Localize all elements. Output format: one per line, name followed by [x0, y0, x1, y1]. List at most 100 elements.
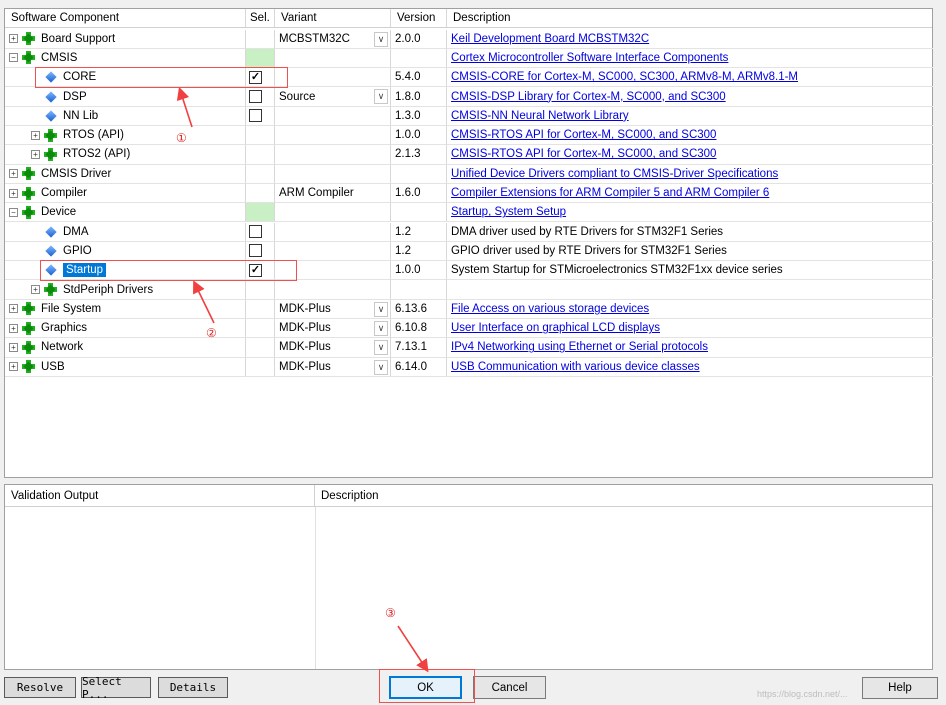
description-link[interactable]: CMSIS-CORE for Cortex-M, SC000, SC300, A…: [451, 71, 798, 83]
description-link[interactable]: CMSIS-NN Neural Network Library: [451, 110, 629, 122]
expand-icon[interactable]: +: [31, 285, 40, 295]
description-link[interactable]: File Access on various storage devices: [451, 303, 649, 315]
col-header-sel[interactable]: Sel.: [246, 9, 275, 28]
component-name-cell[interactable]: GPIO: [5, 241, 246, 262]
variant-cell: [275, 145, 391, 165]
sel-cell[interactable]: [246, 222, 275, 242]
component-name-cell[interactable]: + CMSIS Driver: [5, 164, 246, 184]
table-row[interactable]: + CMSIS Driver Unified Device Drivers comp…: [5, 164, 934, 184]
component-name-cell[interactable]: DMA: [5, 222, 246, 242]
chevron-down-icon[interactable]: ∨: [374, 340, 388, 356]
sel-cell[interactable]: [246, 106, 275, 126]
table-row[interactable]: + Compiler ARM Compiler 1.6.0 Compiler Exten…: [5, 183, 934, 204]
table-row[interactable]: DSP Source ∨ 1.8.0 CMSIS-DSP Library for Cor…: [5, 87, 934, 107]
table-row[interactable]: DMA 1.2 DMA driver used by RTE Drivers for…: [5, 222, 934, 242]
table-row[interactable]: − Device Startup, System Setup: [5, 203, 934, 223]
resolve-button[interactable]: Resolve: [4, 677, 76, 698]
component-name-cell[interactable]: + RTOS2 (API): [5, 145, 246, 165]
sel-cell: [246, 280, 275, 300]
sel-cell[interactable]: [246, 241, 275, 262]
description-text: System Startup for STMicroelectronics ST…: [451, 264, 783, 277]
expand-icon[interactable]: +: [9, 362, 18, 372]
collapse-icon[interactable]: −: [9, 53, 18, 63]
table-row[interactable]: − CMSIS Cortex Microcontroller Software In…: [5, 48, 934, 69]
sel-cell[interactable]: [246, 87, 275, 107]
vertical-scrollbar[interactable]: [933, 8, 946, 668]
description-link[interactable]: USB Communication with various device cl…: [451, 361, 700, 373]
collapse-icon[interactable]: −: [9, 207, 18, 217]
description-link[interactable]: IPv4 Networking using Ethernet or Serial…: [451, 341, 708, 353]
version-cell: 1.3.0: [391, 106, 447, 126]
variant-dropdown[interactable]: MDK-Plus ∨: [275, 319, 391, 339]
variant-dropdown[interactable]: MCBSTM32C ∨: [275, 29, 391, 49]
component-name-label: NN Lib: [63, 109, 99, 122]
component-name-label: RTOS2 (API): [63, 148, 131, 161]
chevron-down-icon[interactable]: ∨: [374, 31, 388, 47]
table-row[interactable]: + Graphics MDK-Plus ∨ 6.10.8 User Interface o…: [5, 319, 934, 339]
table-row[interactable]: NN Lib 1.3.0 CMSIS-NN Neural Network Libra…: [5, 106, 934, 126]
component-name-cell[interactable]: DSP: [5, 87, 246, 107]
cancel-button[interactable]: Cancel: [473, 676, 546, 699]
table-row[interactable]: + StdPeriph Drivers: [5, 280, 934, 300]
component-name-label: Compiler: [41, 187, 88, 200]
expand-icon[interactable]: +: [9, 342, 18, 352]
col-header-description[interactable]: Description: [447, 9, 934, 27]
select-checkbox[interactable]: [249, 244, 262, 258]
component-name-cell[interactable]: + Board Support: [5, 29, 246, 49]
variant-dropdown[interactable]: MDK-Plus ∨: [275, 299, 391, 319]
component-name-cell[interactable]: + Compiler: [5, 183, 246, 204]
sel-cell: [246, 203, 275, 223]
select-packs-button[interactable]: Select P...: [81, 675, 151, 701]
table-row[interactable]: + File System MDK-Plus ∨ 6.13.6 File Access o…: [5, 299, 934, 319]
expand-icon[interactable]: +: [9, 304, 18, 314]
description-link[interactable]: Keil Development Board MCBSTM32C: [451, 33, 649, 45]
select-checkbox[interactable]: [249, 225, 262, 239]
component-name-cell[interactable]: + File System: [5, 299, 246, 319]
description-link[interactable]: Cortex Microcontroller Software Interfac…: [451, 52, 728, 64]
variant-dropdown[interactable]: MDK-Plus ∨: [275, 357, 391, 377]
component-name-cell[interactable]: + StdPeriph Drivers: [5, 280, 246, 300]
col-header-component[interactable]: Software Component: [5, 9, 246, 28]
description-link[interactable]: Compiler Extensions for ARM Compiler 5 a…: [451, 187, 769, 199]
description-link[interactable]: User Interface on graphical LCD displays: [451, 322, 660, 334]
table-row[interactable]: GPIO 1.2 GPIO driver used by RTE Drivers f…: [5, 241, 934, 262]
chevron-down-icon[interactable]: ∨: [374, 321, 388, 336]
description-link[interactable]: CMSIS-DSP Library for Cortex-M, SC000, a…: [451, 91, 726, 103]
table-row[interactable]: + RTOS2 (API) 2.1.3 CMSIS-RTOS API for Cort…: [5, 145, 934, 165]
col-header-version[interactable]: Version: [391, 9, 447, 28]
component-name-cell[interactable]: − CMSIS: [5, 48, 246, 69]
expand-icon[interactable]: +: [9, 323, 18, 333]
expand-icon[interactable]: +: [9, 34, 18, 44]
expand-icon[interactable]: +: [31, 149, 40, 159]
select-checkbox[interactable]: [249, 109, 262, 123]
chevron-down-icon[interactable]: ∨: [374, 301, 388, 317]
help-button[interactable]: Help: [862, 677, 938, 699]
component-name-cell[interactable]: − Device: [5, 203, 246, 223]
table-row[interactable]: + Board Support MCBSTM32C ∨ 2.0.0 Keil Develo…: [5, 29, 934, 49]
chevron-down-icon[interactable]: ∨: [374, 89, 388, 105]
variant-dropdown[interactable]: MDK-Plus ∨: [275, 338, 391, 358]
component-name-cell[interactable]: + USB: [5, 357, 246, 377]
description-link[interactable]: CMSIS-RTOS API for Cortex-M, SC000, and …: [451, 129, 716, 141]
select-checkbox[interactable]: [249, 90, 262, 104]
description-link[interactable]: Unified Device Drivers compliant to CMSI…: [451, 168, 778, 180]
expand-icon[interactable]: +: [9, 169, 18, 179]
description-link[interactable]: CMSIS-RTOS API for Cortex-M, SC000, and …: [451, 148, 716, 160]
version-cell: 1.8.0: [391, 87, 447, 107]
variant-dropdown[interactable]: Source ∨: [275, 87, 391, 107]
green-cross-diamond-icon: [22, 167, 35, 181]
description-link[interactable]: Startup, System Setup: [451, 206, 566, 218]
expand-icon[interactable]: +: [31, 130, 40, 140]
blue-gem-icon: [45, 110, 57, 122]
table-row[interactable]: + RTOS (API) 1.0.0 CMSIS-RTOS API for Corte…: [5, 126, 934, 146]
expand-icon[interactable]: +: [9, 188, 18, 198]
component-name-cell[interactable]: + RTOS (API): [5, 126, 246, 146]
table-row[interactable]: + Network MDK-Plus ∨ 7.13.1 IPv4 Networking u…: [5, 338, 934, 358]
component-name-cell[interactable]: + Network: [5, 338, 246, 358]
details-button[interactable]: Details: [158, 677, 228, 698]
table-row[interactable]: + USB MDK-Plus ∨ 6.14.0 USB Communication wit…: [5, 357, 934, 377]
component-name-cell[interactable]: NN Lib: [5, 106, 246, 126]
annotation-marker-2: ②: [206, 326, 217, 340]
chevron-down-icon[interactable]: ∨: [374, 359, 388, 375]
col-header-variant[interactable]: Variant: [275, 9, 391, 28]
